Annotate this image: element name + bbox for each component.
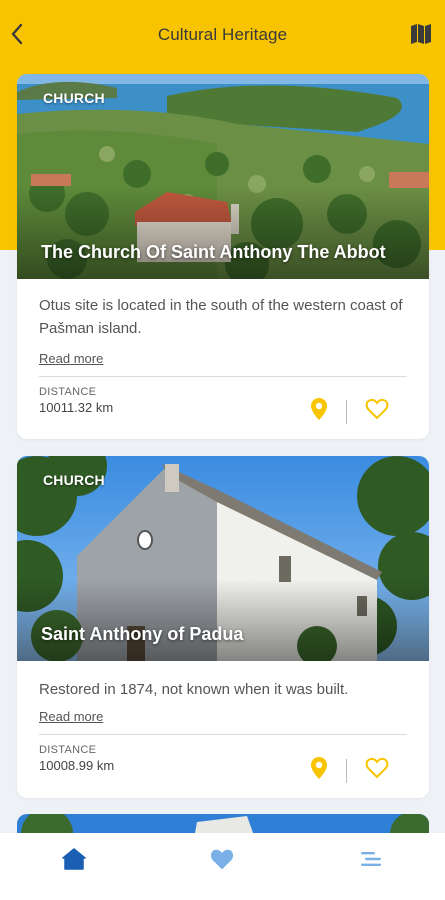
nav-favorites[interactable] [148, 833, 296, 885]
home-icon [62, 848, 86, 870]
read-more-link[interactable]: Read more [39, 709, 103, 724]
action-separator [346, 758, 347, 783]
location-pin-button[interactable] [310, 397, 328, 426]
heart-outline-icon [365, 398, 389, 420]
card-description: Otus site is located in the south of the… [39, 297, 403, 337]
map-button[interactable] [409, 22, 433, 46]
category-badge: CHURCH [43, 90, 105, 106]
chevron-left-icon [11, 23, 23, 45]
distance-label: DISTANCE [39, 744, 97, 756]
nav-home[interactable] [0, 833, 148, 885]
card-title: Saint Anthony of Padua [41, 624, 244, 644]
location-pin-icon [311, 757, 327, 779]
card-divider [39, 376, 407, 377]
menu-icon [360, 852, 381, 866]
bottom-navigation [0, 833, 445, 900]
card-title: The Church Of Saint Anthony The Abbot [41, 242, 386, 262]
card-description: Restored in 1874, not known when it was … [39, 681, 349, 698]
heart-outline-icon [365, 757, 389, 779]
heart-icon [211, 849, 234, 869]
location-pin-icon [311, 398, 327, 420]
favorite-button[interactable] [365, 398, 389, 425]
action-separator [346, 399, 347, 424]
favorite-button[interactable] [365, 757, 389, 784]
page-title: Cultural Heritage [157, 25, 288, 44]
read-more-link[interactable]: Read more [39, 351, 103, 366]
category-badge: CHURCH [43, 472, 105, 488]
nav-menu[interactable] [297, 833, 445, 885]
card-divider [39, 734, 407, 735]
map-icon [411, 24, 431, 44]
heritage-card[interactable]: CHURCH Saint Anthony of Padua Restored i… [17, 456, 429, 798]
heritage-card[interactable]: CHURCH The Church Of Saint Anthony The A… [17, 74, 429, 439]
location-pin-button[interactable] [310, 756, 328, 785]
card-photo[interactable]: CHURCH Saint Anthony of Padua [17, 456, 429, 661]
card-photo[interactable]: CHURCH The Church Of Saint Anthony The A… [17, 74, 429, 279]
app-header: Cultural Heritage [0, 0, 445, 70]
back-button[interactable] [6, 20, 28, 48]
